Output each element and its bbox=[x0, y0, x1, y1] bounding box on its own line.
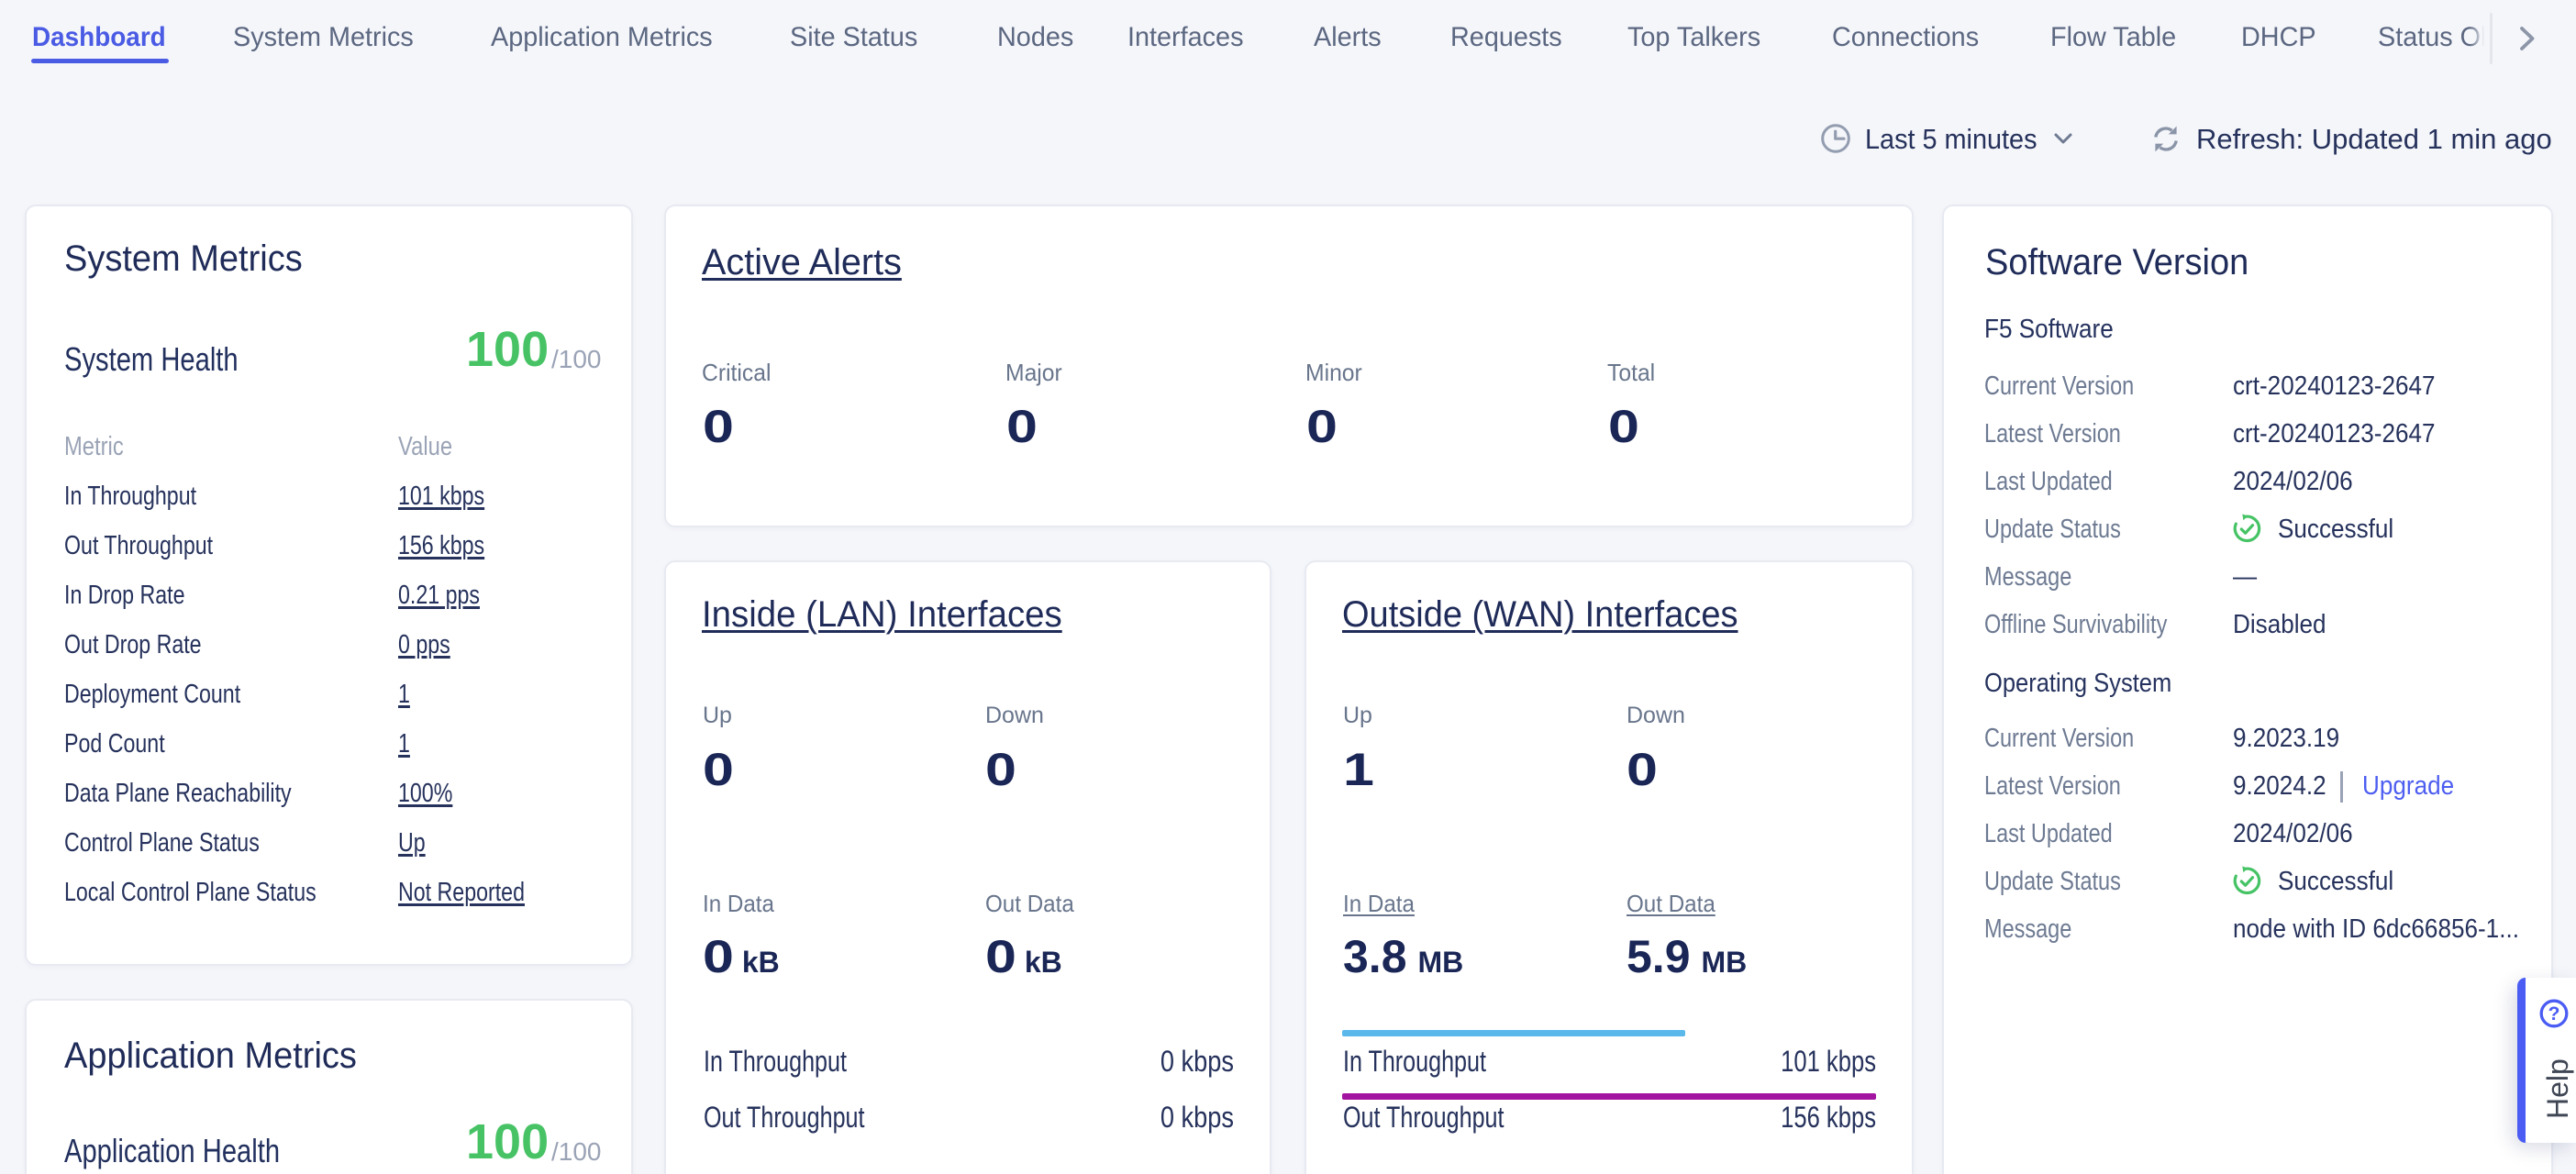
svg-text:?: ? bbox=[2548, 1003, 2560, 1024]
